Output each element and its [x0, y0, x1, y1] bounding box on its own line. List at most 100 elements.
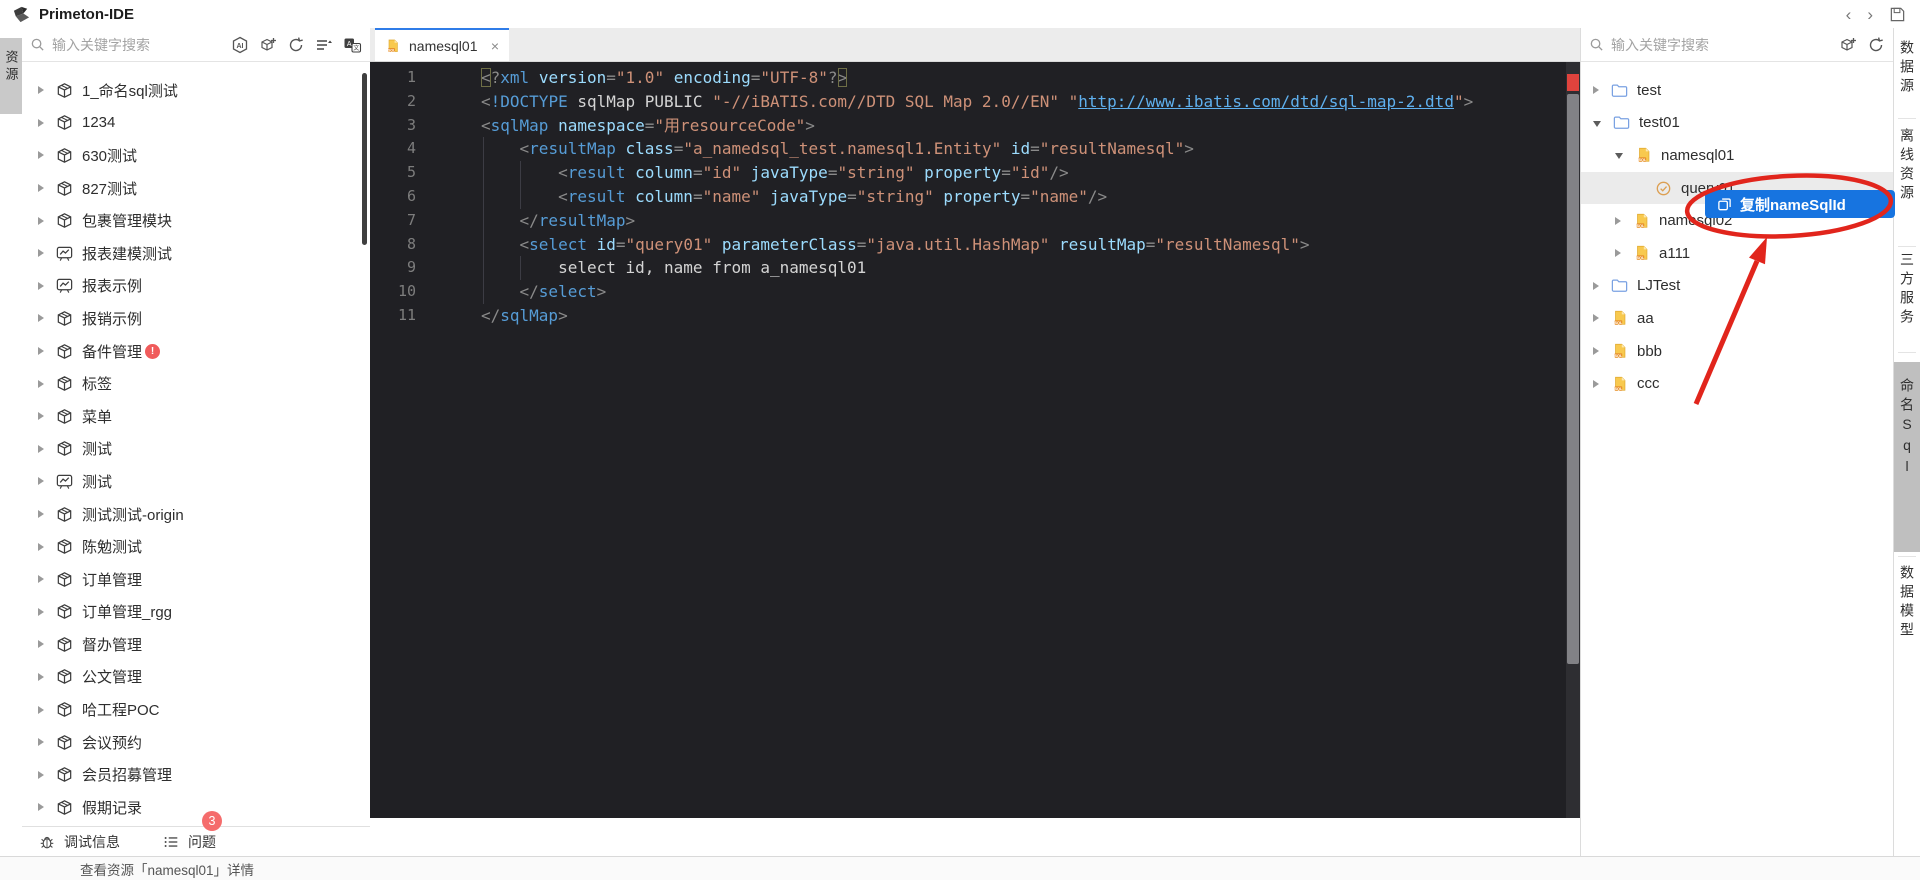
- tree-item[interactable]: 标签: [22, 367, 370, 400]
- strip-tab-resources[interactable]: 资源: [0, 38, 22, 114]
- code-line[interactable]: 11</sqlMap>: [370, 304, 1580, 328]
- chevron-right-icon[interactable]: [38, 510, 44, 518]
- tree-item-ccc[interactable]: SQLccc: [1581, 367, 1893, 400]
- tree-item[interactable]: 订单管理: [22, 563, 370, 596]
- tree-item[interactable]: 测试: [22, 433, 370, 466]
- cube-plus-icon[interactable]: [1839, 36, 1857, 54]
- strip-tab-三方服务[interactable]: 三方服务: [1894, 252, 1920, 328]
- tree-item[interactable]: 测试: [22, 465, 370, 498]
- chevron-right-icon[interactable]: [38, 706, 44, 714]
- tree-item[interactable]: 会员招募管理: [22, 758, 370, 791]
- chevron-right-icon[interactable]: [38, 477, 44, 485]
- chevron-right-icon[interactable]: [38, 445, 44, 453]
- strip-tab-数据模型[interactable]: 数据模型: [1894, 565, 1920, 641]
- editor-scrollbar-thumb[interactable]: [1567, 94, 1579, 664]
- chevron-right-icon[interactable]: [38, 151, 44, 159]
- forward-chevron-icon[interactable]: ›: [1867, 6, 1873, 23]
- tree-item[interactable]: 订单管理_rgg: [22, 596, 370, 629]
- chevron-right-icon[interactable]: [38, 412, 44, 420]
- search-input[interactable]: 输入关键字搜索: [1611, 35, 1709, 55]
- chevron-down-icon[interactable]: [1615, 153, 1623, 159]
- chevron-right-icon[interactable]: [38, 217, 44, 225]
- code-line[interactable]: 2<!DOCTYPE sqlMap PUBLIC "-//iBATIS.com/…: [370, 90, 1580, 114]
- tree-item[interactable]: 827测试: [22, 172, 370, 205]
- chevron-right-icon[interactable]: [1593, 347, 1599, 355]
- chevron-right-icon[interactable]: [1593, 314, 1599, 322]
- chevron-right-icon[interactable]: [38, 119, 44, 127]
- code-line[interactable]: 3<sqlMap namespace="用resourceCode">: [370, 114, 1580, 138]
- tree-item[interactable]: 会议预约: [22, 726, 370, 759]
- tree-item[interactable]: 公文管理: [22, 661, 370, 694]
- chevron-right-icon[interactable]: [38, 543, 44, 551]
- tree-item[interactable]: 报表建模测试: [22, 237, 370, 270]
- chevron-right-icon[interactable]: [38, 282, 44, 290]
- chevron-right-icon[interactable]: [1593, 380, 1599, 388]
- tree-item[interactable]: 备件管理!: [22, 335, 370, 368]
- chevron-right-icon[interactable]: [38, 803, 44, 811]
- save-icon[interactable]: [1889, 6, 1906, 23]
- tree-item[interactable]: 报表示例: [22, 270, 370, 303]
- refresh-icon[interactable]: [287, 36, 305, 54]
- chevron-right-icon[interactable]: [1593, 282, 1599, 290]
- tree-item-bbb[interactable]: SQLbbb: [1581, 335, 1893, 368]
- chevron-right-icon[interactable]: [38, 738, 44, 746]
- strip-tab-命名Sql[interactable]: 命名Sql: [1894, 362, 1920, 552]
- back-chevron-icon[interactable]: ‹: [1846, 6, 1852, 23]
- refresh-icon[interactable]: [1867, 36, 1885, 54]
- code-line[interactable]: 7 </resultMap>: [370, 209, 1580, 233]
- chevron-right-icon[interactable]: [38, 249, 44, 257]
- cube-plus-icon[interactable]: [259, 36, 277, 54]
- close-tab-icon[interactable]: ×: [491, 38, 499, 54]
- code-line[interactable]: 8 <select id="query01" parameterClass="j…: [370, 233, 1580, 257]
- code-line[interactable]: 4 <resultMap class="a_namedsql_test.name…: [370, 137, 1580, 161]
- ai-icon[interactable]: AI: [231, 36, 249, 54]
- tree-item[interactable]: 1234: [22, 107, 370, 140]
- tree-item-namesql01[interactable]: SQLnamesql01: [1581, 139, 1893, 172]
- chevron-right-icon[interactable]: [38, 673, 44, 681]
- editor-tab-namesql01[interactable]: SQL namesql01 ×: [375, 28, 509, 61]
- tree-item[interactable]: 菜单: [22, 400, 370, 433]
- chevron-right-icon[interactable]: [38, 86, 44, 94]
- tree-item[interactable]: 测试测试-origin: [22, 498, 370, 531]
- code-editor[interactable]: 1<?xml version="1.0" encoding="UTF-8"?>2…: [370, 62, 1580, 818]
- bottom-tab-debug-info[interactable]: 调试信息: [38, 832, 120, 852]
- search-input[interactable]: 输入关键字搜索: [52, 35, 150, 55]
- tree-item[interactable]: 包裹管理模块: [22, 204, 370, 237]
- tree-item-a111[interactable]: SQLa111: [1581, 237, 1893, 270]
- strip-tab-离线资源[interactable]: 离线资源: [1894, 128, 1920, 204]
- chevron-right-icon[interactable]: [38, 184, 44, 192]
- chevron-right-icon[interactable]: [38, 380, 44, 388]
- code-line[interactable]: 6 <result column="name" javaType="string…: [370, 185, 1580, 209]
- code-line[interactable]: 10 </select>: [370, 280, 1580, 304]
- tree-item[interactable]: 假期记录: [22, 791, 370, 824]
- chevron-down-icon[interactable]: [1593, 121, 1601, 127]
- tree-item[interactable]: 哈工程POC: [22, 693, 370, 726]
- chevron-right-icon[interactable]: [38, 640, 44, 648]
- code-line[interactable]: 9 select id, name from a_namesql01: [370, 256, 1580, 280]
- tree-item[interactable]: 陈勉测试: [22, 530, 370, 563]
- translate-icon[interactable]: A文: [343, 36, 362, 54]
- chevron-right-icon[interactable]: [38, 608, 44, 616]
- chevron-right-icon[interactable]: [1637, 184, 1645, 193]
- strip-tab-数据源[interactable]: 数据源: [1894, 40, 1920, 97]
- chevron-right-icon[interactable]: [38, 575, 44, 583]
- bottom-tab-problems[interactable]: 问题: [162, 832, 216, 852]
- tree-item-LJTest[interactable]: LJTest: [1581, 270, 1893, 303]
- chevron-right-icon[interactable]: [38, 314, 44, 322]
- code-line[interactable]: 1<?xml version="1.0" encoding="UTF-8"?>: [370, 66, 1580, 90]
- tree-item[interactable]: 报销示例: [22, 302, 370, 335]
- tree-item-test[interactable]: test: [1581, 74, 1893, 107]
- chevron-right-icon[interactable]: [1615, 249, 1621, 257]
- tree-item-test01[interactable]: test01: [1581, 107, 1893, 140]
- chevron-right-icon[interactable]: [1593, 86, 1599, 94]
- sort-icon[interactable]: [315, 36, 333, 54]
- left-panel-scrollbar[interactable]: [362, 73, 367, 245]
- chevron-right-icon[interactable]: [1615, 217, 1621, 225]
- tree-item[interactable]: 630测试: [22, 139, 370, 172]
- chevron-right-icon[interactable]: [38, 347, 44, 355]
- copy-namesqlid-tooltip[interactable]: 复制nameSqlId: [1705, 190, 1895, 218]
- tree-item-aa[interactable]: SQLaa: [1581, 302, 1893, 335]
- tree-item[interactable]: 1_命名sql测试: [22, 74, 370, 107]
- code-line[interactable]: 5 <result column="id" javaType="string" …: [370, 161, 1580, 185]
- chevron-right-icon[interactable]: [38, 771, 44, 779]
